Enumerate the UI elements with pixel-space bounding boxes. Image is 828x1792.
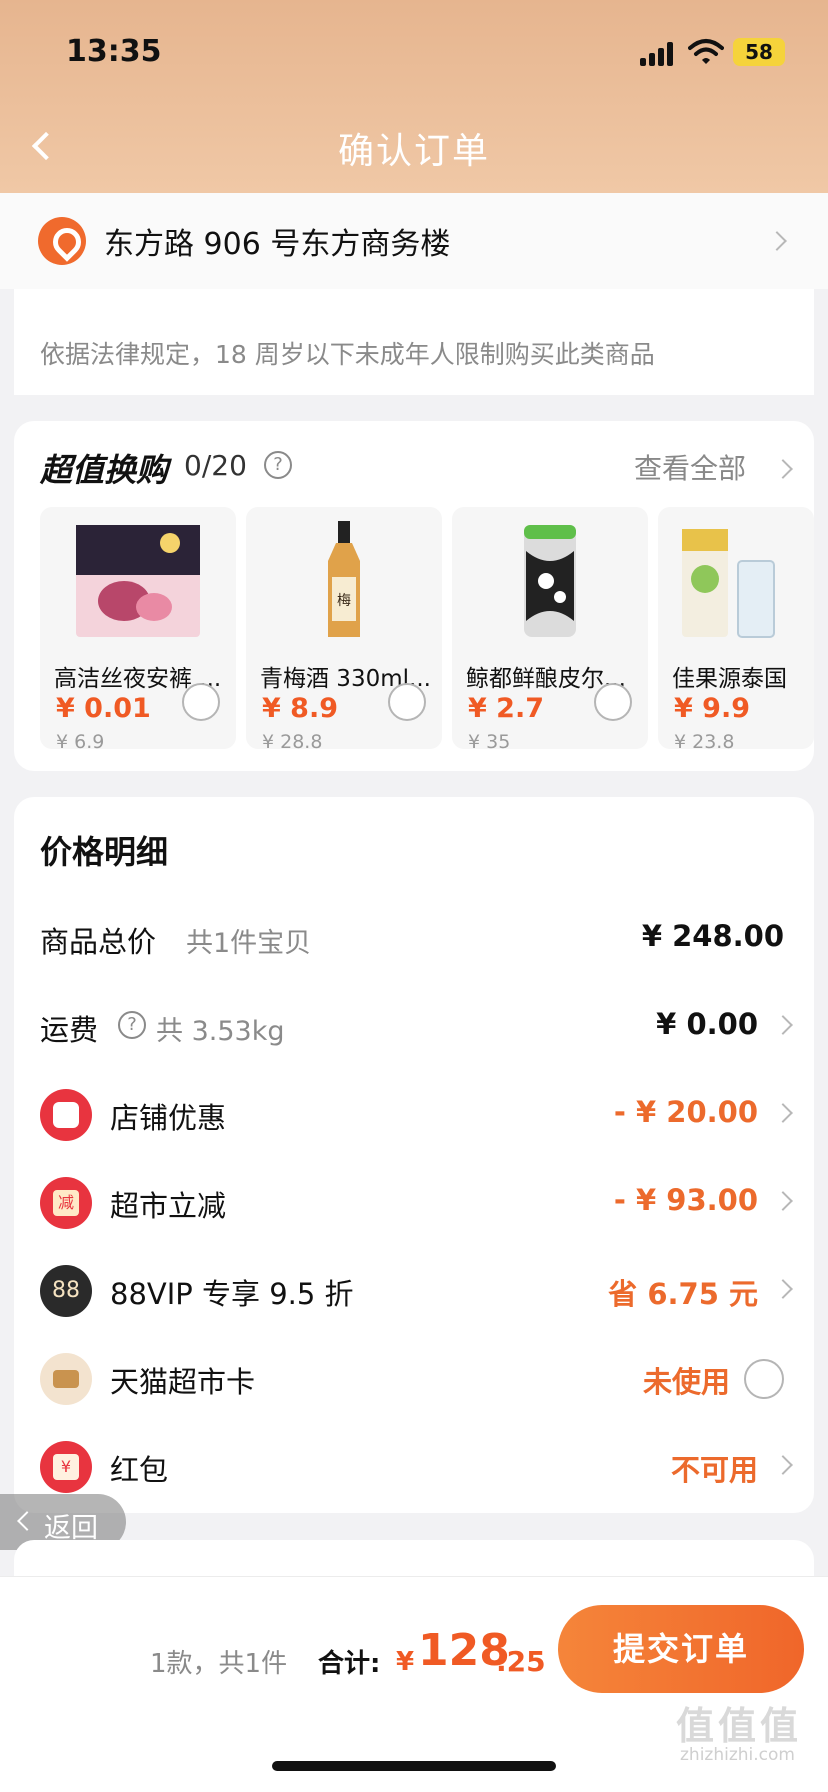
submit-order-button[interactable]: 提交订单 xyxy=(558,1605,804,1693)
ticket-icon xyxy=(40,1089,92,1141)
row-label: 88VIP 专享 9.5 折 xyxy=(110,1277,354,1311)
product-name: 佳果源泰国 xyxy=(672,666,787,692)
wifi-icon xyxy=(688,39,724,64)
row-sub: 共 3.53kg xyxy=(156,1016,285,1047)
svg-text:梅: 梅 xyxy=(337,593,351,609)
chevron-right-icon xyxy=(773,1279,793,1299)
help-icon[interactable]: ? xyxy=(264,451,292,479)
age-notice: 依据法律规定，18 周岁以下未成年人限制购买此类商品 xyxy=(14,289,814,395)
row-market-card[interactable]: 天猫超市卡 未使用 xyxy=(14,1339,814,1419)
signal-icon xyxy=(640,42,676,66)
row-label: 店铺优惠 xyxy=(110,1101,227,1135)
exchange-card: 超值换购 0/20 ? 查看全部 高洁丝夜安裤 ... ¥ 0.01 ¥ 6.9… xyxy=(14,421,814,771)
row-red-packet[interactable]: ¥ 红包 不可用 xyxy=(14,1427,814,1507)
row-shop-discount[interactable]: 店铺优惠 - ¥ 20.00 xyxy=(14,1075,814,1155)
header: 13:35 58 确认订单 xyxy=(0,0,828,193)
88vip-icon: 88 xyxy=(40,1265,92,1317)
chevron-right-icon xyxy=(773,459,793,479)
product-price: ¥ 0.01 xyxy=(56,693,151,724)
product-price: ¥ 9.9 xyxy=(674,693,751,724)
row-label: 运费 xyxy=(40,1013,99,1047)
row-subtotal: 商品总价 共1件宝贝 ¥ 248.00 xyxy=(14,899,814,979)
row-label: 商品总价 xyxy=(40,925,157,959)
price-detail-card: 价格明细 商品总价 共1件宝贝 ¥ 248.00 运费 ? 共 3.53kg ¥… xyxy=(14,797,814,1513)
section-title: 价格明细 xyxy=(40,833,169,871)
chevron-right-icon xyxy=(773,1103,793,1123)
product-image: 梅 xyxy=(328,521,360,637)
watermark-url: zhizhizhi.com xyxy=(680,1745,795,1765)
select-radio[interactable] xyxy=(182,683,220,721)
exchange-product[interactable]: 佳果源泰国 ¥ 9.9 ¥ 23.8 xyxy=(658,507,814,749)
home-indicator xyxy=(272,1761,556,1771)
row-label: 超市立减 xyxy=(110,1189,227,1223)
row-shipping[interactable]: 运费 ? 共 3.53kg ¥ 0.00 xyxy=(14,987,814,1067)
exchange-product[interactable]: 鲸都鲜酿皮尔... ¥ 2.7 ¥ 35 xyxy=(452,507,648,749)
help-icon[interactable]: ? xyxy=(118,1011,146,1039)
chevron-right-icon xyxy=(773,1015,793,1035)
product-original-price: ¥ 23.8 xyxy=(674,731,735,749)
currency-symbol: ¥ xyxy=(396,1647,415,1677)
reduce-icon: 减 xyxy=(40,1177,92,1229)
chevron-right-icon xyxy=(773,1455,793,1475)
product-original-price: ¥ 35 xyxy=(468,731,511,749)
product-image xyxy=(524,525,576,637)
address-bar[interactable]: 东方路 906 号东方商务楼 xyxy=(0,193,828,289)
row-label: 红包 xyxy=(110,1453,169,1487)
row-value: ¥ 0.00 xyxy=(656,1007,758,1041)
product-price: ¥ 2.7 xyxy=(468,693,545,724)
row-value: - ¥ 93.00 xyxy=(613,1183,758,1217)
product-image xyxy=(76,525,200,637)
row-88vip[interactable]: 88 88VIP 专享 9.5 折 省 6.75 元 xyxy=(14,1251,814,1331)
chevron-left-icon xyxy=(17,1511,37,1531)
status-bar: 13:35 58 xyxy=(0,0,828,100)
row-sub: 共1件宝贝 xyxy=(186,928,312,959)
watermark: 值值值 xyxy=(676,1704,803,1748)
chevron-right-icon xyxy=(767,231,787,251)
battery-icon: 58 xyxy=(733,38,785,66)
row-value: 省 6.75 元 xyxy=(608,1277,758,1311)
location-pin-icon xyxy=(38,217,86,265)
total-decimal: .25 xyxy=(496,1645,546,1678)
row-label: 天猫超市卡 xyxy=(110,1365,256,1399)
status-time: 13:35 xyxy=(66,34,162,69)
address-text: 东方路 906 号东方商务楼 xyxy=(104,227,451,262)
checkout-bar: 1款，共1件 合计: ¥ 128 .25 提交订单 值值值 zhizhizhi.… xyxy=(0,1576,828,1792)
product-price: ¥ 8.9 xyxy=(262,693,339,724)
total-label: 合计: xyxy=(318,1649,381,1679)
row-value: - ¥ 20.00 xyxy=(613,1095,758,1129)
exchange-count: 0/20 xyxy=(184,449,247,482)
exchange-title: 超值换购 xyxy=(40,451,169,489)
product-original-price: ¥ 28.8 xyxy=(262,731,323,749)
page-title: 确认订单 xyxy=(337,131,490,172)
select-radio[interactable] xyxy=(594,683,632,721)
nav-bar: 确认订单 xyxy=(0,112,828,182)
notice-text: 依据法律规定，18 周岁以下未成年人限制购买此类商品 xyxy=(40,340,655,369)
chevron-right-icon xyxy=(773,1191,793,1211)
select-radio[interactable] xyxy=(388,683,426,721)
red-packet-icon: ¥ xyxy=(40,1441,92,1493)
row-value: ¥ 248.00 xyxy=(641,919,784,953)
card-icon xyxy=(40,1353,92,1405)
view-all-link[interactable]: 查看全部 xyxy=(634,447,746,487)
product-image xyxy=(682,529,775,638)
row-market-reduce[interactable]: 减 超市立减 - ¥ 93.00 xyxy=(14,1163,814,1243)
row-value: 不可用 xyxy=(670,1453,758,1487)
toggle-radio[interactable] xyxy=(744,1359,784,1399)
product-original-price: ¥ 6.9 xyxy=(56,731,105,749)
item-count: 1款，共1件 xyxy=(150,1649,288,1679)
exchange-product[interactable]: 梅 青梅酒 330ml... ¥ 8.9 ¥ 28.8 xyxy=(246,507,442,749)
row-value: 未使用 xyxy=(642,1365,730,1399)
exchange-product[interactable]: 高洁丝夜安裤 ... ¥ 0.01 ¥ 6.9 xyxy=(40,507,236,749)
